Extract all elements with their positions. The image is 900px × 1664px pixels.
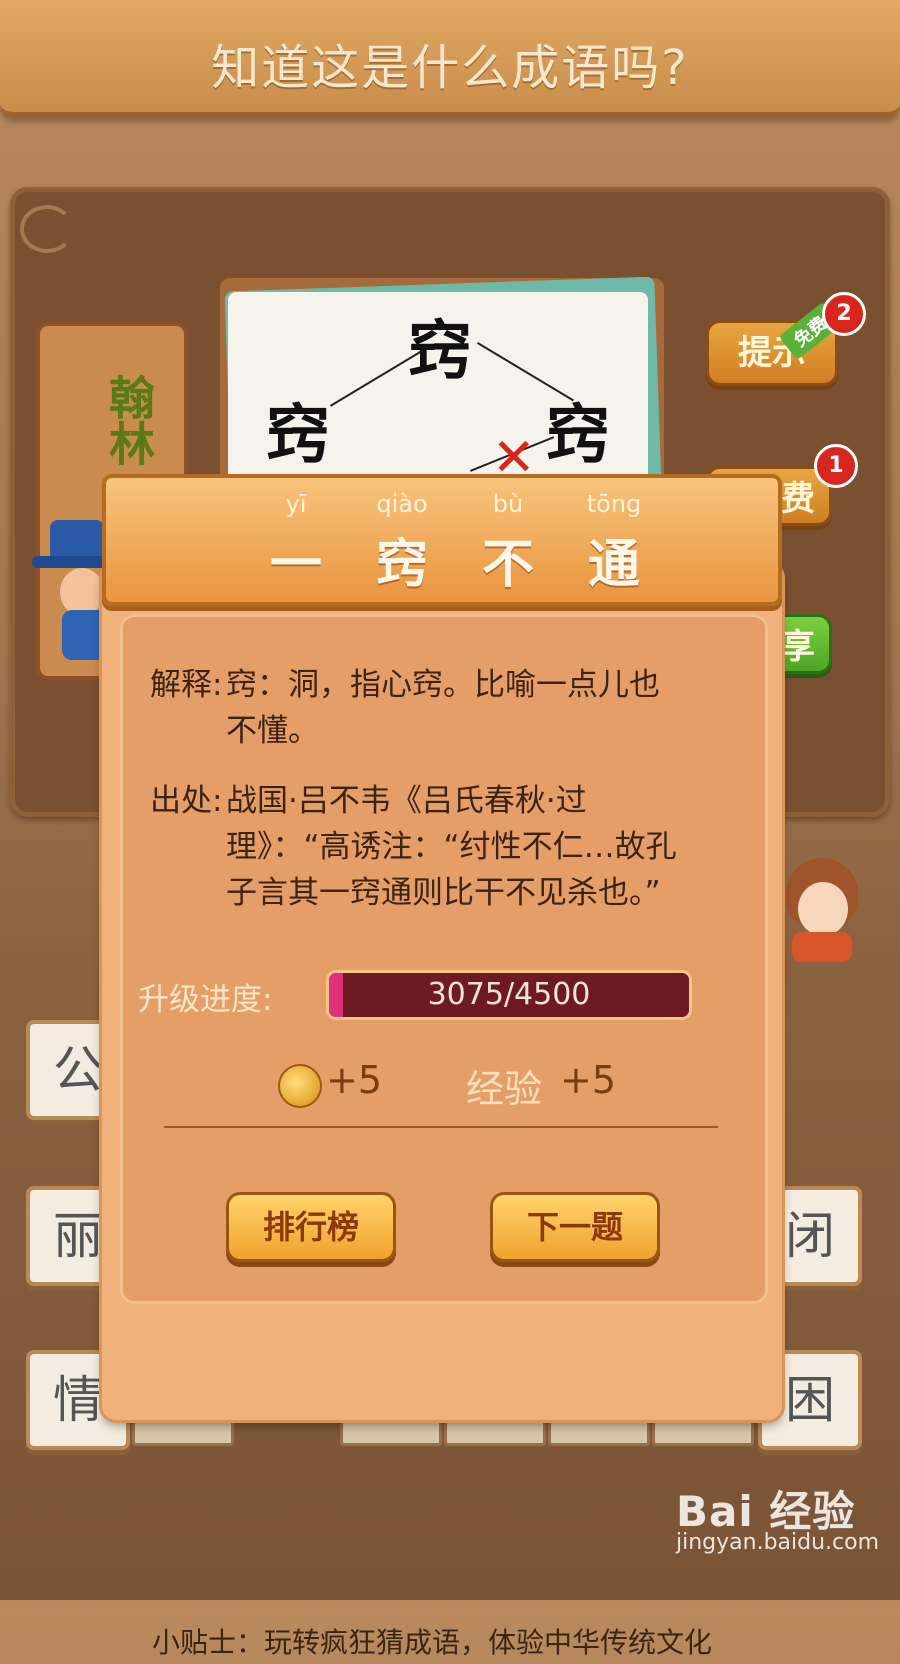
idiom-answer: 一 窍 不 通 xyxy=(246,522,666,595)
pinyin: qiào xyxy=(376,490,428,518)
puzzle-char: 窍 xyxy=(266,398,330,473)
level-progress-bar: 3075/4500 xyxy=(326,970,692,1020)
idiom-char: 一 xyxy=(269,535,322,595)
progress-label: 升级进度: xyxy=(138,982,273,1018)
top-bar: 知道这是什么成语吗? xyxy=(0,0,900,118)
watermark-url: jingyan.baidu.com xyxy=(676,1530,880,1555)
idiom-char: 窍 xyxy=(375,535,428,595)
source-line: 理》：“高诱注：“纣性不仁…故孔 xyxy=(226,829,677,865)
pinyin: bù xyxy=(492,490,524,518)
skip-count-badge: 1 xyxy=(814,444,858,488)
scholar-avatar xyxy=(32,520,112,660)
answer-tile[interactable] xyxy=(548,1420,650,1446)
answer-tile[interactable] xyxy=(444,1420,546,1446)
explanation-line: 不懂。 xyxy=(226,713,319,749)
pinyin-row: yī qiào bù tōng xyxy=(246,490,666,524)
idiom-char: 通 xyxy=(587,535,640,595)
level-title: 翰林 xyxy=(102,374,156,466)
hint-count-badge: 2 xyxy=(822,292,866,336)
explanation-label: 解释: xyxy=(150,667,223,703)
dictionary-girl-avatar[interactable] xyxy=(782,858,862,968)
exp-reward: +5 xyxy=(560,1058,617,1102)
idiom-char: 不 xyxy=(481,535,534,595)
answer-tile[interactable] xyxy=(652,1420,754,1446)
result-dialog: yī qiào bù tōng 一 窍 不 通 解释: 窍：洞，指心窍。比喻一点儿… xyxy=(102,474,782,1659)
pinyin: yī xyxy=(285,490,307,518)
tip-text: 小贴士：玩转疯狂猜成语，体验中华传统文化 xyxy=(152,1626,713,1659)
explanation-line: 窍：洞，指心窍。比喻一点儿也 xyxy=(226,667,660,703)
idiom-header: yī qiào bù tōng 一 窍 不 通 xyxy=(102,474,782,606)
coin-reward: +5 xyxy=(326,1058,383,1102)
answer-tile[interactable] xyxy=(132,1420,234,1446)
swirl-ornament-icon xyxy=(20,205,74,253)
source-label: 出处: xyxy=(150,783,223,819)
exp-label: 经验 xyxy=(466,1067,543,1111)
leaderboard-button[interactable]: 排行榜 xyxy=(226,1192,396,1262)
puzzle-char: 窍 xyxy=(408,314,472,389)
next-question-button[interactable]: 下一题 xyxy=(490,1192,660,1262)
question-title: 知道这是什么成语吗? xyxy=(211,40,689,96)
source-line: 战国·吕不韦《吕氏春秋·过 xyxy=(226,783,587,819)
source-line: 子言其一窍通则比干不见杀也。” xyxy=(226,875,661,911)
puzzle-char: 窍 xyxy=(546,398,610,473)
source: 出处: 战国·吕不韦《吕氏春秋·过理》：“高诱注：“纣性不仁…故孔 子言其一窍通则比… xyxy=(150,778,692,916)
divider xyxy=(164,1126,718,1128)
coin-icon xyxy=(278,1064,322,1108)
answer-tile[interactable] xyxy=(340,1420,442,1446)
progress-text: 3075/4500 xyxy=(427,977,591,1012)
pinyin: tōng xyxy=(586,490,642,518)
explanation: 解释: 窍：洞，指心窍。比喻一点儿也 不懂。 xyxy=(150,662,692,754)
